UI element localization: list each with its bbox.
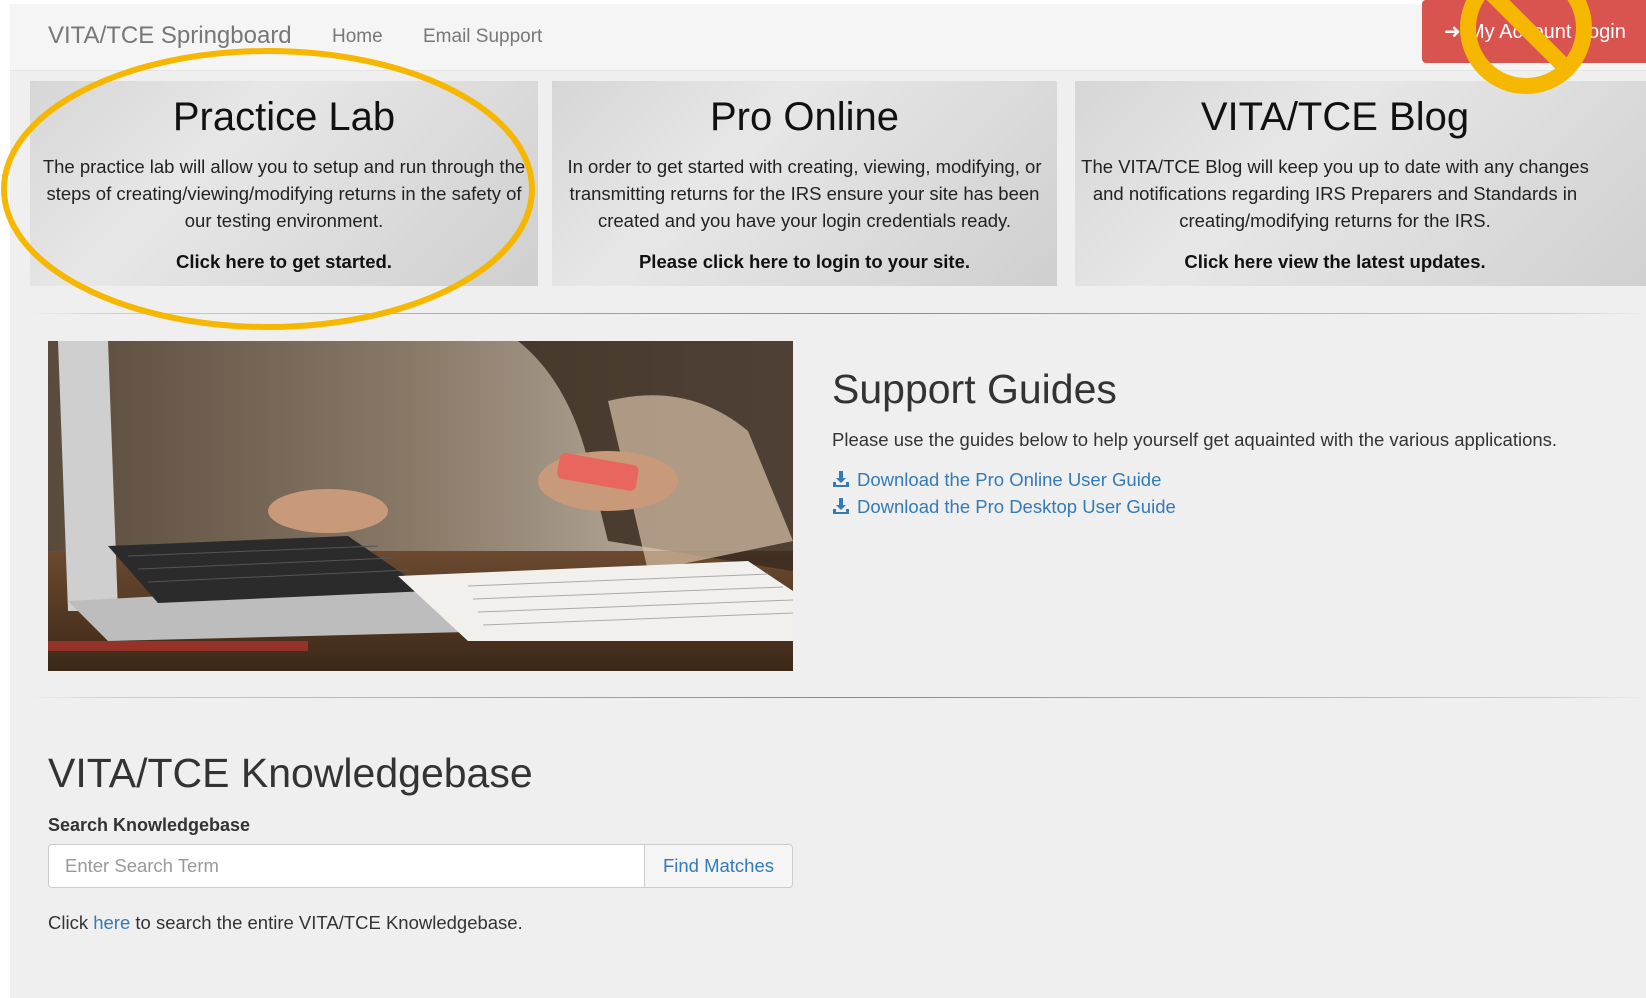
knowledgebase-footer: Click here to search the entire VITA/TCE… [48,912,523,934]
card-title: Pro Online [710,95,899,139]
knowledgebase-here-link[interactable]: here [93,912,130,933]
card-title: VITA/TCE Blog [1200,95,1470,139]
blog-card[interactable]: VITA/TCE Blog The VITA/TCE Blog will kee… [1075,81,1646,286]
card-title: Practice Lab [172,95,396,139]
card-description: The VITA/TCE Blog will keep you up to da… [1081,156,1589,231]
blog-updates-link[interactable]: Click here view the latest updates. [1075,251,1595,273]
practice-lab-link[interactable]: Click here to get started. [30,251,538,273]
card-description: In order to get started with creating, v… [567,156,1042,231]
pro-desktop-guide-link[interactable]: Download the Pro Desktop User Guide [832,496,1176,518]
knowledgebase-search-input[interactable] [48,844,645,888]
support-guides-title: Support Guides [832,366,1117,412]
pro-online-guide-link[interactable]: Download the Pro Online User Guide [832,469,1161,491]
nav-home-link[interactable]: Home [332,26,383,48]
divider [30,697,1646,698]
pro-online-card[interactable]: Pro Online In order to get started with … [552,81,1057,286]
footer-prefix: Click [48,912,94,933]
support-guides-intro: Please use the guides below to help your… [832,429,1558,450]
hero-photo [48,341,793,671]
download-icon [833,498,849,514]
practice-lab-card[interactable]: Practice Lab The practice lab will allow… [30,81,538,286]
nav-email-support-link[interactable]: Email Support [423,26,542,48]
page: VITA/TCE Springboard Home Email Support … [1,4,1646,998]
navbar: VITA/TCE Springboard Home Email Support [10,4,1646,71]
pro-online-login-link[interactable]: Please click here to login to your site. [552,251,1057,273]
find-matches-button[interactable]: Find Matches [644,844,793,888]
download-icon [833,471,849,487]
guide-label: Download the Pro Desktop User Guide [857,496,1176,517]
prohibited-sign-annotation [1460,0,1592,94]
footer-suffix: to search the entire VITA/TCE Knowledgeb… [130,912,523,933]
knowledgebase-title: VITA/TCE Knowledgebase [48,750,533,796]
brand-link[interactable]: VITA/TCE Springboard [48,22,292,50]
search-label: Search Knowledgebase [48,815,251,835]
divider [30,313,1646,314]
guide-label: Download the Pro Online User Guide [857,469,1162,490]
card-description: The practice lab will allow you to setup… [42,156,526,231]
